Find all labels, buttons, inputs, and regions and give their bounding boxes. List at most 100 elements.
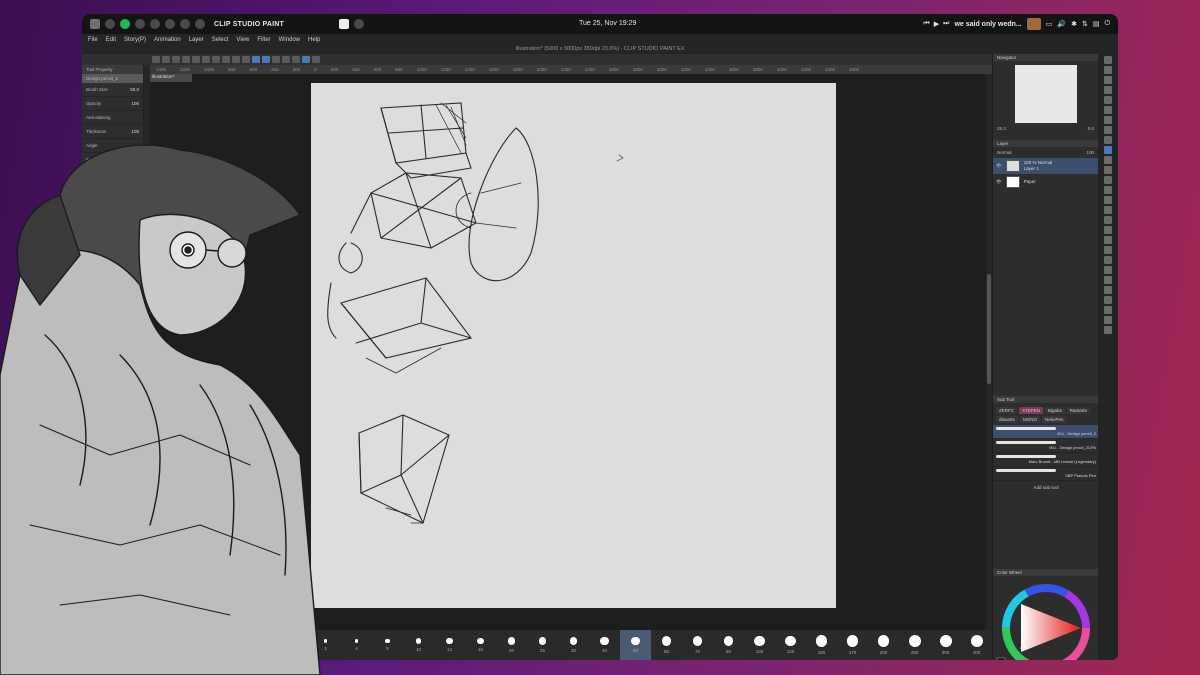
navigator-preview[interactable] xyxy=(1014,65,1077,123)
obs-icon[interactable] xyxy=(135,19,145,29)
screen-icon[interactable]: ▭ xyxy=(1046,20,1053,28)
subtool-item[interactable]: IKU - Design pencil_2CPA xyxy=(993,439,1099,453)
menu-story[interactable]: Story(P) xyxy=(124,37,146,43)
tool-icon[interactable] xyxy=(1104,246,1112,254)
volume-icon[interactable]: 🔊 xyxy=(1057,20,1066,28)
github-icon[interactable] xyxy=(180,19,190,29)
settings-icon[interactable] xyxy=(105,19,115,29)
tool-icon[interactable] xyxy=(1104,96,1112,104)
layer-item[interactable]: 👁 100 % Normal Layer 1 xyxy=(993,158,1098,174)
menu-view[interactable]: View xyxy=(236,37,249,43)
brush-size-option[interactable]: 60 xyxy=(651,630,682,660)
apps-grid-icon[interactable] xyxy=(90,19,100,29)
tool-icon[interactable] xyxy=(1104,266,1112,274)
layer-panel-title[interactable]: Layer xyxy=(993,140,1098,147)
brush-size-row[interactable]: Brush Size 50.0 xyxy=(82,83,143,97)
menu-filter[interactable]: Filter xyxy=(257,37,270,43)
brush-size-option[interactable]: 100 xyxy=(744,630,775,660)
eye-icon[interactable]: 👁 xyxy=(996,179,1002,185)
brush-size-option[interactable]: 30 xyxy=(558,630,589,660)
spotify-icon[interactable] xyxy=(120,19,130,29)
snap-grid-icon[interactable] xyxy=(262,56,270,63)
selection-icon[interactable] xyxy=(292,56,300,63)
tool-icon[interactable] xyxy=(1104,286,1112,294)
zoom-value[interactable]: 25.3 xyxy=(997,126,1006,131)
clip-studio-icon[interactable] xyxy=(195,19,205,29)
brush-size-option[interactable]: 12 xyxy=(434,630,465,660)
canvas-paper[interactable] xyxy=(311,83,836,608)
layer-item-paper[interactable]: 👁 Paper xyxy=(993,174,1098,190)
tool-icon[interactable] xyxy=(1104,156,1112,164)
tool-icon[interactable] xyxy=(1104,226,1112,234)
redo-icon[interactable] xyxy=(202,56,210,63)
tool-icon[interactable] xyxy=(1104,186,1112,194)
eye-icon[interactable]: 👁 xyxy=(996,163,1002,169)
tool-icon[interactable] xyxy=(1104,296,1112,304)
tool-icon[interactable] xyxy=(1104,66,1112,74)
menu-layer[interactable]: Layer xyxy=(189,37,204,43)
power-icon[interactable]: ⏻ xyxy=(1104,20,1110,28)
angle-value-nav[interactable]: 0.0 xyxy=(1088,126,1094,131)
tool-icon[interactable] xyxy=(1104,106,1112,114)
tool-icon[interactable] xyxy=(1104,306,1112,314)
brush-size-option[interactable]: 25 xyxy=(527,630,558,660)
brush-size-option[interactable]: 20 xyxy=(496,630,527,660)
tool-icon[interactable] xyxy=(1104,206,1112,214)
undo-icon[interactable] xyxy=(192,56,200,63)
notifications-icon[interactable]: ▤ xyxy=(1093,20,1100,28)
document-tab[interactable]: Illustration* xyxy=(150,74,192,82)
brush-size-option[interactable]: 40 xyxy=(589,630,620,660)
menu-help[interactable]: Help xyxy=(308,37,320,43)
tool-icon[interactable] xyxy=(1104,146,1112,154)
vivaldi-icon[interactable] xyxy=(339,19,350,29)
antialiasing-row[interactable]: Anti-aliasing xyxy=(82,111,143,125)
tool-icon[interactable] xyxy=(1104,326,1112,334)
open-icon[interactable] xyxy=(162,56,170,63)
settings-gear-icon[interactable] xyxy=(212,56,220,63)
tool-icon[interactable] xyxy=(1104,276,1112,284)
previous-track-icon[interactable]: ⏮ xyxy=(923,20,929,28)
subtool-item[interactable]: SBP Pseudo Pen xyxy=(993,467,1099,481)
brush-size-option[interactable]: 50 xyxy=(620,630,651,660)
opacity-row[interactable]: Opacity 100 xyxy=(82,97,143,111)
subtool-item[interactable]: Marc Brunet - MB Lineart (Legendary) xyxy=(993,453,1099,467)
layer-opacity-value[interactable]: 100 xyxy=(1086,150,1094,155)
vertical-scrollbar-thumb[interactable] xyxy=(987,274,991,384)
zoom-icon[interactable] xyxy=(312,56,320,63)
brush-size-option[interactable]: 15 xyxy=(465,630,496,660)
tool-icon[interactable] xyxy=(1104,86,1112,94)
brush-size-option[interactable]: 150 xyxy=(806,630,837,660)
clear-icon[interactable] xyxy=(232,56,240,63)
tool-icon[interactable] xyxy=(1104,116,1112,124)
menu-select[interactable]: Select xyxy=(212,37,229,43)
menu-window[interactable]: Window xyxy=(279,37,300,43)
menu-edit[interactable]: Edit xyxy=(106,37,116,43)
discord-icon[interactable] xyxy=(150,19,160,29)
color-wheel[interactable] xyxy=(993,576,1099,660)
new-icon[interactable] xyxy=(152,56,160,63)
stabilizer-icon[interactable] xyxy=(302,56,310,63)
tool-icon[interactable] xyxy=(1104,216,1112,224)
subtool-tab[interactable]: dlasarte xyxy=(996,416,1019,423)
network-icon[interactable]: ⇅ xyxy=(1082,20,1088,28)
tool-icon[interactable] xyxy=(1104,176,1112,184)
tool-icon[interactable] xyxy=(1104,196,1112,204)
subtool-tab[interactable]: MONO xyxy=(1020,416,1041,423)
subtool-tab[interactable]: Bigaka xyxy=(1045,407,1065,414)
subtool-tab[interactable]: Raetarte xyxy=(1066,407,1091,414)
opacity-value[interactable]: 100 xyxy=(131,101,139,106)
brush-size-option[interactable]: 300 xyxy=(930,630,961,660)
brush-size-option[interactable]: 120 xyxy=(775,630,806,660)
add-subtool-button[interactable]: Add sub tool xyxy=(993,481,1099,494)
blend-mode-select[interactable]: Normal xyxy=(997,150,1012,155)
brush-size-value[interactable]: 50.0 xyxy=(130,87,139,92)
tool-icon[interactable] xyxy=(1104,166,1112,174)
subtool-tab[interactable]: XTEPEN xyxy=(1019,407,1044,414)
next-track-icon[interactable]: ⏭ xyxy=(943,20,949,28)
brush-size-option[interactable]: 80 xyxy=(713,630,744,660)
obs-studio-icon[interactable] xyxy=(354,19,365,29)
tool-icon[interactable] xyxy=(1104,56,1112,64)
phone-icon[interactable] xyxy=(282,56,290,63)
tool-icon[interactable] xyxy=(1104,316,1112,324)
transform-icon[interactable] xyxy=(242,56,250,63)
